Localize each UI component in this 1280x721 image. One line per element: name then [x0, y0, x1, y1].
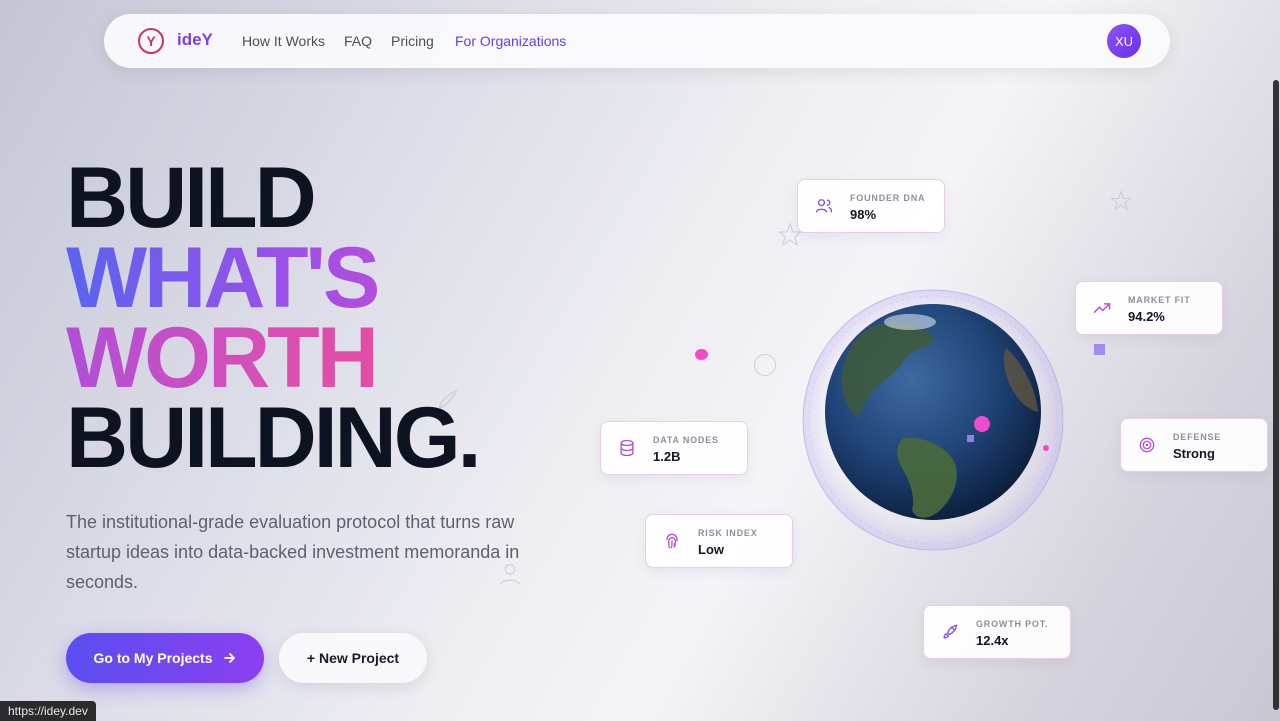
nav-link-pricing[interactable]: Pricing — [391, 33, 434, 49]
metric-card-defense: DEFENSE Strong — [1120, 418, 1268, 472]
trending-up-icon — [1093, 303, 1111, 313]
hero-line-3: WORTH — [66, 315, 479, 401]
metric-label: RISK INDEX — [698, 528, 758, 538]
rocket-icon — [943, 624, 958, 639]
database-icon — [620, 439, 634, 457]
go-to-my-projects-button[interactable]: Go to My Projects — [66, 633, 264, 683]
nav-link-how-it-works[interactable]: How It Works — [242, 33, 325, 49]
metric-label: FOUNDER DNA — [850, 193, 926, 203]
star-icon — [1110, 190, 1132, 211]
hero-line-4: BUILDING. — [66, 390, 482, 486]
metric-card-risk-index: RISK INDEX Low — [645, 514, 793, 568]
metric-label: DATA NODES — [653, 435, 719, 445]
metric-label: MARKET FIT — [1128, 295, 1191, 305]
hero-line-1: BUILD — [66, 150, 317, 246]
metric-label: GROWTH POT. — [976, 619, 1049, 629]
hero-headline: BUILD WHAT'S WORTH BUILDING. — [66, 150, 482, 486]
go-to-my-projects-label: Go to My Projects — [93, 650, 213, 666]
users-icon — [815, 199, 833, 213]
brand-name[interactable]: ideY — [177, 30, 213, 50]
metric-card-market-fit: MARKET FIT 94.2% — [1075, 281, 1223, 335]
metric-value: Strong — [1173, 446, 1215, 461]
logo-icon[interactable]: Y — [138, 28, 164, 54]
decor-ring — [754, 354, 776, 376]
status-url-bar: https://idey.dev — [0, 701, 96, 721]
metric-value: 1.2B — [653, 449, 681, 464]
fingerprint-icon — [666, 533, 678, 549]
globe-graphic — [802, 289, 1064, 551]
nav-link-faq[interactable]: FAQ — [344, 33, 372, 49]
metric-card-data-nodes: DATA NODES 1.2B — [600, 421, 748, 475]
page-scrollbar[interactable] — [1273, 80, 1279, 710]
metric-value: 12.4x — [976, 633, 1009, 648]
metric-card-growth-potential: GROWTH POT. 12.4x — [923, 605, 1071, 659]
user-avatar[interactable]: XU — [1107, 24, 1141, 58]
rocket-decor-icon — [438, 388, 459, 409]
new-project-button[interactable]: + New Project — [279, 633, 427, 683]
metric-card-founder-dna: FOUNDER DNA 98% — [797, 179, 945, 233]
top-navbar: Y ideY How It Works FAQ Pricing For Orga… — [104, 14, 1170, 68]
hero-subtitle: The institutional-grade evaluation proto… — [66, 512, 520, 592]
arrow-right-icon — [223, 653, 235, 663]
metric-label: DEFENSE — [1173, 432, 1222, 442]
metric-value: 98% — [850, 207, 877, 222]
metric-value: 94.2% — [1128, 309, 1165, 324]
nav-link-for-organizations[interactable]: For Organizations — [455, 33, 566, 49]
earth-globe — [800, 288, 1066, 552]
decor-square — [1094, 344, 1105, 355]
metric-value: Low — [698, 542, 724, 557]
users-decor-icon — [499, 563, 521, 585]
hero-line-2: WHAT'S — [66, 235, 479, 321]
decor-dot — [695, 349, 708, 360]
target-icon — [1139, 437, 1155, 453]
